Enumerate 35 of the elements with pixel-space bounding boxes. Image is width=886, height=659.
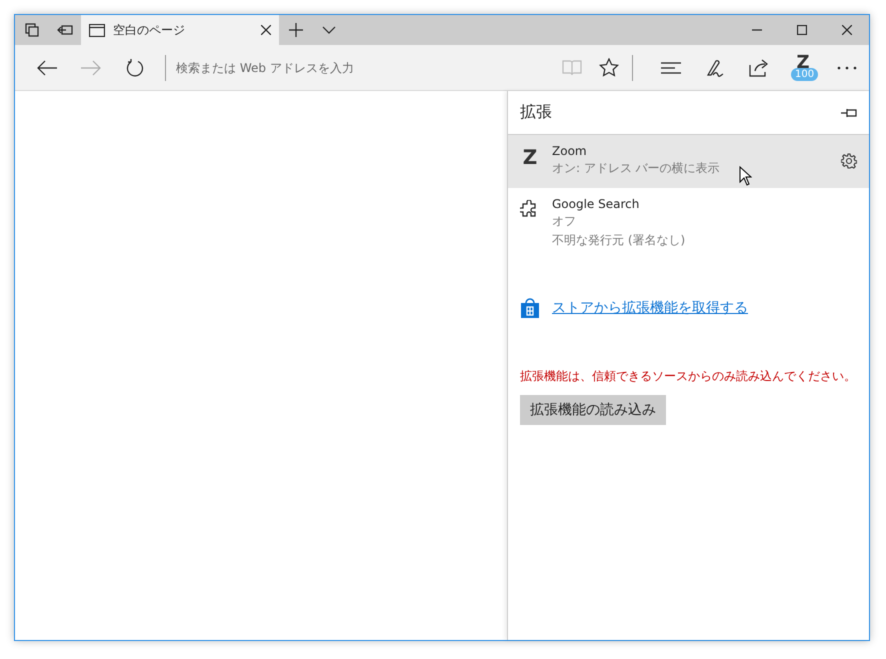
more-icon[interactable] — [837, 66, 857, 70]
star-icon[interactable] — [599, 58, 619, 77]
chevron-down-icon[interactable] — [322, 26, 336, 34]
back-icon[interactable] — [37, 60, 57, 76]
pin-icon[interactable] — [841, 108, 857, 118]
mouse-cursor-icon — [739, 166, 752, 186]
extension-status: オフ — [552, 213, 576, 230]
store-link[interactable]: ストアから拡張機能を取得する — [552, 299, 748, 317]
extension-status: 不明な発行元 (署名なし) — [552, 232, 686, 249]
warning-text: 拡張機能は、信頼できるソースからのみ読み込んでください。 — [519, 368, 857, 385]
pen-icon[interactable] — [705, 58, 725, 78]
settings-icon[interactable] — [841, 152, 857, 168]
extension-letter: Z — [522, 147, 538, 167]
minimize-icon[interactable] — [752, 29, 762, 31]
extension-name: Google Search — [552, 197, 640, 211]
hub-icon[interactable] — [661, 60, 681, 74]
address-field[interactable]: 検索または Web アドレスを入力 — [174, 54, 550, 80]
set-aside-tabs-icon[interactable] — [56, 24, 72, 36]
tabs-icon[interactable] — [24, 23, 38, 37]
load-extension-button[interactable]: 拡張機能の読み込み — [520, 395, 666, 425]
extension-item[interactable]: Google Search オフ 不明な発行元 (署名なし) — [508, 188, 869, 260]
extension-name: Zoom — [552, 144, 587, 158]
panel-title: 拡張 — [520, 102, 552, 123]
extension-item[interactable]: Z Zoom オン: アドレス バーの横に表示 — [508, 135, 869, 188]
share-icon[interactable] — [749, 58, 769, 76]
store-icon — [520, 298, 540, 318]
browser-tab[interactable]: 空白のページ — [81, 15, 279, 45]
close-icon[interactable] — [842, 25, 852, 35]
page-icon — [89, 24, 105, 36]
refresh-icon[interactable] — [126, 58, 144, 76]
new-tab-icon[interactable] — [288, 23, 302, 37]
extension-status: オン: アドレス バーの横に表示 — [552, 160, 720, 177]
tab-title: 空白のページ — [113, 22, 186, 38]
close-tab-icon[interactable] — [261, 25, 271, 35]
maximize-icon[interactable] — [796, 25, 806, 35]
